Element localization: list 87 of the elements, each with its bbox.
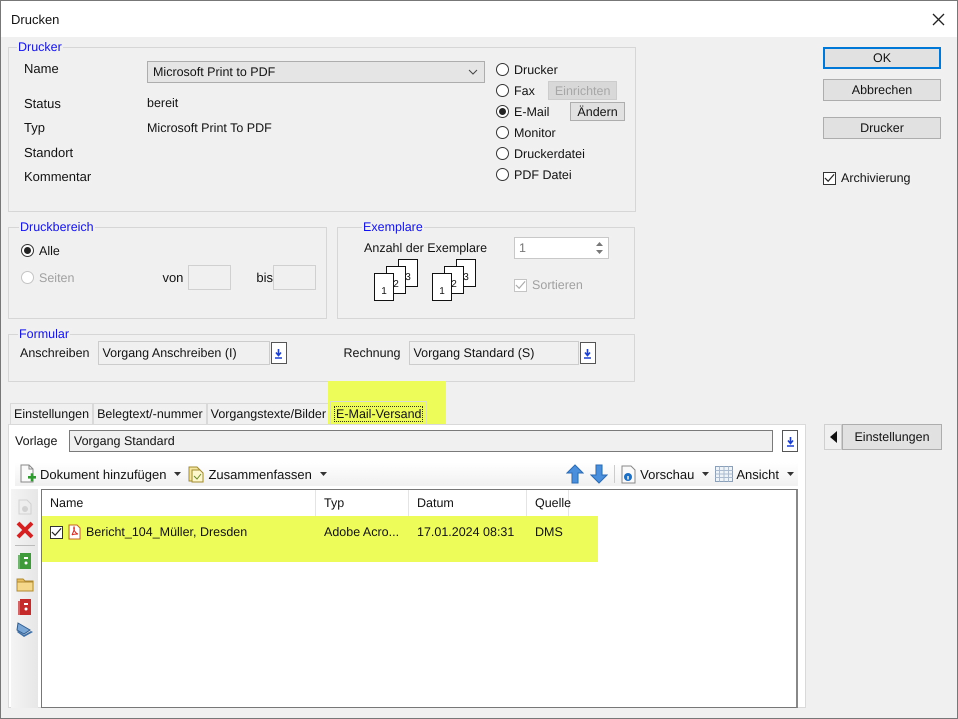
info-document-icon (621, 464, 638, 484)
table-cell: Bericht_104_Müller, Dresden (86, 525, 248, 539)
from-label: von (162, 270, 184, 285)
pick-button[interactable] (580, 342, 596, 364)
column-header[interactable]: Name (42, 490, 316, 516)
download-icon (274, 348, 283, 358)
radio-label[interactable]: E-Mail (514, 104, 550, 118)
documents-icon (187, 465, 206, 483)
to-field[interactable] (273, 265, 316, 290)
field-label: Status (24, 96, 62, 111)
binder-icon[interactable] (16, 598, 32, 616)
group-title: Exemplare (362, 220, 424, 234)
binder-icon[interactable] (16, 552, 32, 570)
column-header[interactable]: Quelle (527, 490, 569, 516)
dialog-button[interactable]: OK (823, 47, 941, 69)
table-cell: Adobe Acro... (324, 525, 400, 539)
collate-pages-drawing: 1 2 3 (432, 259, 480, 303)
radio-label[interactable]: Monitor (514, 126, 556, 140)
column-header[interactable]: Typ (316, 490, 409, 516)
scanner-icon[interactable] (16, 622, 34, 638)
dialog-button[interactable]: Drucker (823, 117, 941, 139)
folder-icon[interactable] (16, 576, 34, 592)
triangle-left-icon (830, 431, 836, 443)
field-label: Anschreiben (20, 346, 90, 360)
toolbar-button[interactable]: Dokument hinzufügen (19, 464, 182, 484)
radio-button[interactable] (496, 126, 509, 139)
option-button[interactable]: Ändern (570, 102, 625, 121)
field-label: Typ (24, 120, 46, 136)
collapse-button[interactable] (824, 424, 842, 450)
checkbox[interactable] (50, 526, 63, 538)
tab[interactable]: Vorgangstexte/Bilder (206, 403, 330, 424)
collate-pages-drawing: 1 2 3 (374, 259, 422, 303)
toolbar-button[interactable]: Vorschau (621, 464, 710, 484)
pick-button[interactable] (782, 430, 798, 452)
radio-button[interactable] (21, 244, 34, 257)
field-label: Rechnung (344, 346, 400, 360)
delete-icon[interactable] (16, 521, 34, 539)
field-value: bereit (147, 96, 178, 110)
radio-button[interactable] (496, 147, 509, 160)
group-title: Druckbereich (19, 220, 95, 234)
close-icon[interactable] (932, 12, 945, 26)
field-label: Name (24, 61, 60, 76)
arrow-up-icon[interactable] (566, 464, 584, 484)
radio-label[interactable]: PDF Datei (514, 168, 572, 182)
dialog-button[interactable]: Abbrechen (823, 79, 941, 101)
from-field[interactable] (188, 265, 232, 290)
spin-arrows-icon (595, 240, 604, 256)
arrow-down-icon[interactable] (590, 464, 608, 484)
printer-dropdown[interactable]: Microsoft Print to PDF (147, 61, 485, 83)
field-label: Vorlage (15, 434, 58, 448)
form-field[interactable]: Vorgang Anschreiben (I) (98, 341, 270, 365)
form-field[interactable]: Vorgang Standard (S) (408, 341, 578, 365)
radio-button[interactable] (496, 168, 509, 181)
template-field[interactable]: Vorgang Standard (68, 430, 774, 452)
field-value: Microsoft Print To PDF (147, 120, 272, 135)
radio-label[interactable]: Alle (39, 244, 60, 258)
radio-button[interactable] (496, 105, 509, 118)
window-title: Drucken (11, 12, 60, 26)
radio-label[interactable]: Drucker (514, 62, 558, 76)
toolbar-button[interactable]: Zusammenfassen (187, 465, 327, 483)
radio-button[interactable] (496, 84, 509, 97)
download-icon (786, 436, 794, 446)
checkbox[interactable] (823, 172, 836, 184)
to-label: bis (256, 270, 274, 285)
table-cell: 17.01.2024 08:31 (417, 525, 514, 539)
settings-button[interactable]: Einstellungen (842, 424, 942, 450)
radio-label[interactable]: Druckerdatei (514, 146, 585, 160)
download-icon (583, 348, 592, 358)
column-header[interactable]: Datum (409, 490, 527, 516)
group-title: Formular (18, 327, 70, 341)
pdf-file-icon (68, 524, 81, 540)
grid-icon (715, 466, 734, 482)
tab[interactable]: Belegtext/-nummer (93, 403, 207, 424)
group-title: Drucker (17, 40, 63, 54)
table-cell: DMS (535, 525, 563, 539)
radio-label[interactable]: Fax (514, 84, 535, 98)
toolbar-button[interactable]: Ansicht (715, 466, 794, 482)
field-label: Standort (24, 144, 74, 160)
add-document-icon (19, 464, 37, 484)
radio-button[interactable] (496, 63, 509, 76)
copies-spinbox[interactable]: 1 (514, 237, 610, 259)
checkbox-label[interactable]: Archivierung (841, 171, 910, 185)
pick-button[interactable] (270, 342, 286, 364)
chevron-down-icon (468, 69, 478, 75)
field-label: Kommentar (24, 169, 92, 184)
tab[interactable]: Einstellungen (10, 403, 94, 424)
copies-label: Anzahl der Exemplare (364, 241, 488, 255)
